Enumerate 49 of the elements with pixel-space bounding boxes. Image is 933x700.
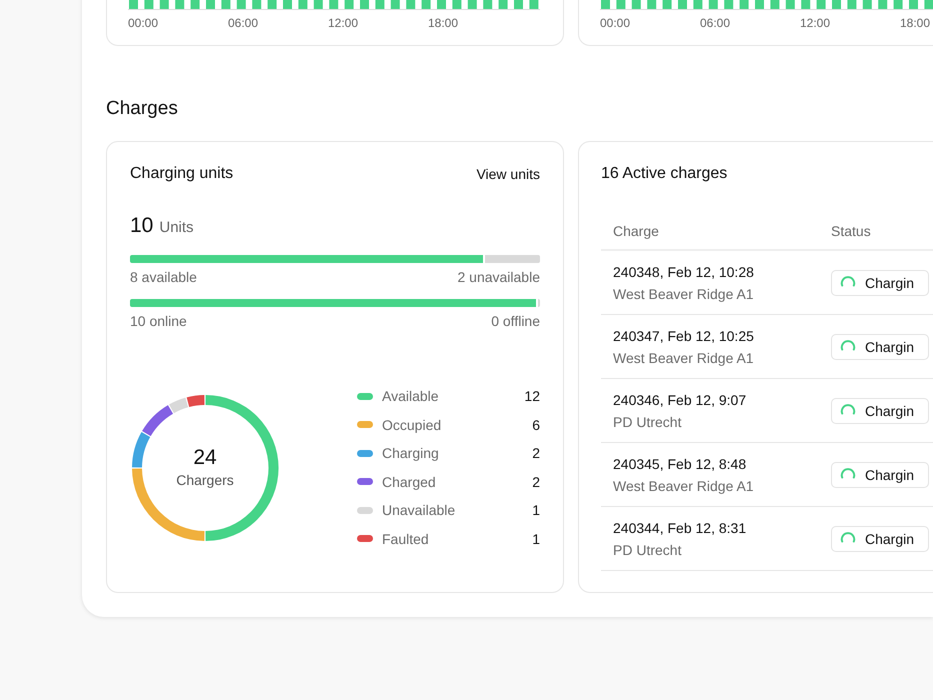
axis-label: 12:00 xyxy=(328,16,360,30)
card-title: 16 Active charges xyxy=(601,164,728,184)
donut-total: 24 xyxy=(193,446,217,470)
donut-label: Chargers xyxy=(176,470,234,490)
unit-count: 10 xyxy=(130,214,154,238)
status-badge: Chargin xyxy=(831,334,930,360)
status-badge: Chargin xyxy=(831,526,930,552)
status-badge: Chargin xyxy=(831,398,930,424)
legend-label: Charged xyxy=(382,474,437,490)
legend-label: Charging xyxy=(382,445,440,462)
axis-label: 18:00 xyxy=(900,16,932,30)
axis-label: 06:00 xyxy=(228,16,260,30)
axis-label: 12:00 xyxy=(800,16,832,30)
legend-value: 2 xyxy=(532,474,540,490)
charge-id: 240348, Feb 12, 10:28 xyxy=(613,264,755,280)
axis-label: 06:00 xyxy=(700,16,732,30)
charge-location: PD Utrecht xyxy=(613,542,682,558)
charge-id: 240346, Feb 12, 9:07 xyxy=(613,392,748,408)
bar-label: 0 offline xyxy=(491,312,540,330)
axis-label: 00:00 xyxy=(128,16,160,30)
axis-label: 00:00 xyxy=(600,16,632,30)
legend-label: Occupied xyxy=(382,416,442,433)
legend-value: 12 xyxy=(524,388,540,404)
bar-label: 8 available xyxy=(130,268,197,286)
legend-value: 1 xyxy=(532,502,540,518)
bar-label: 10 online xyxy=(130,312,187,330)
legend-label: Unavailable xyxy=(382,502,456,518)
charge-location: West Beaver Ridge A1 xyxy=(613,350,755,366)
legend-label: Available xyxy=(382,388,440,404)
legend-value: 1 xyxy=(532,530,540,547)
status-badge: Chargin xyxy=(831,462,930,488)
charge-id: 240347, Feb 12, 10:25 xyxy=(613,328,755,344)
legend-value: 2 xyxy=(532,445,540,462)
section-title: Charges xyxy=(106,97,178,121)
bar-label: 2 unavailable xyxy=(457,268,540,286)
charge-location: PD Utrecht xyxy=(613,414,682,430)
view-units-link[interactable]: View units xyxy=(476,166,540,182)
column-header: Status xyxy=(831,222,871,238)
legend-label: Faulted xyxy=(382,530,430,547)
axis-label: 18:00 xyxy=(428,16,460,30)
status-badge: Chargin xyxy=(831,270,930,296)
charge-location: West Beaver Ridge A1 xyxy=(613,478,755,494)
card-title: Charging units xyxy=(130,165,234,183)
column-header: Charge xyxy=(612,222,660,238)
unit-label: Units xyxy=(159,219,194,236)
legend-value: 6 xyxy=(532,416,540,433)
charge-id: 240345, Feb 12, 8:48 xyxy=(613,456,748,472)
charge-location: West Beaver Ridge A1 xyxy=(613,286,755,302)
charge-id: 240344, Feb 12, 8:31 xyxy=(613,520,748,536)
